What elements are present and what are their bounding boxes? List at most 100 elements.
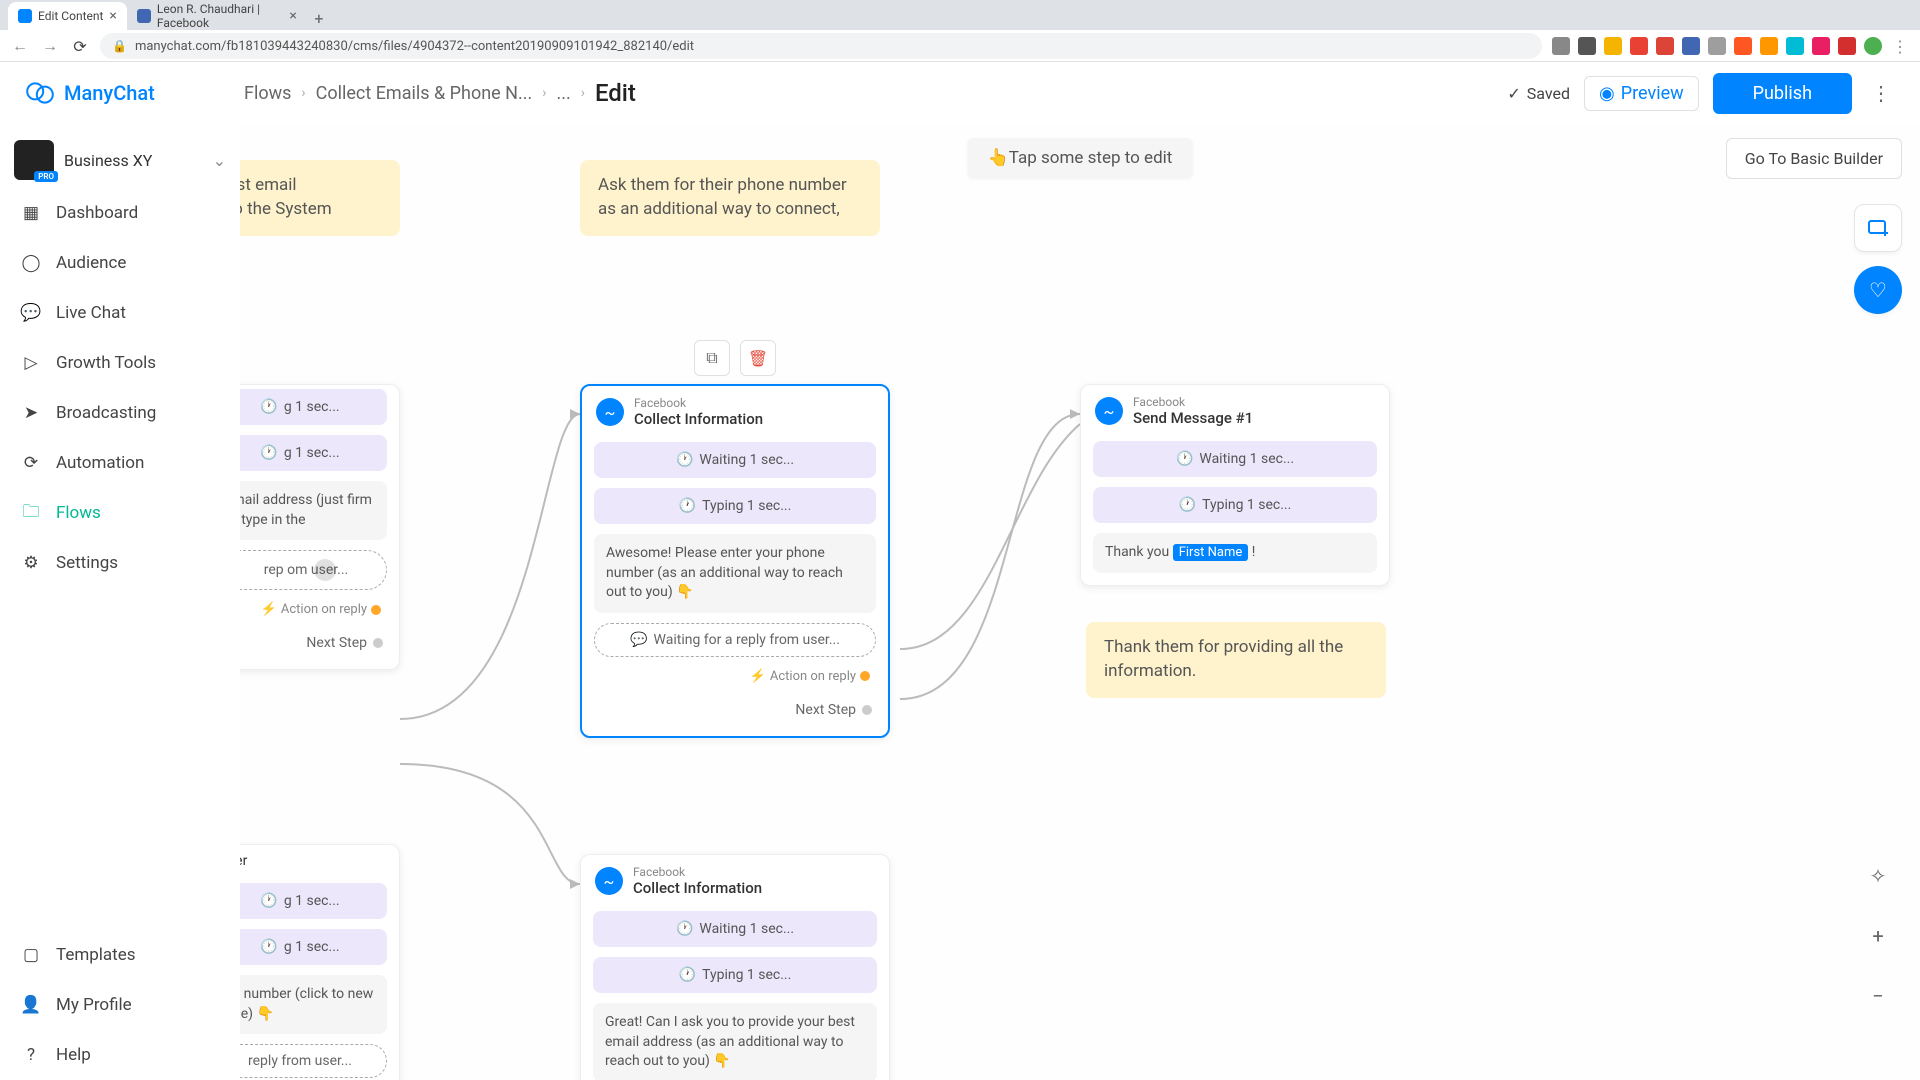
reply-pill[interactable]: rep om user... <box>240 550 387 590</box>
flow-node-collect-information[interactable]: ~ Facebook Collect Information 🕐Waiting … <box>580 854 890 1080</box>
sidebar-item-growth[interactable]: ▷ Growth Tools <box>0 338 240 388</box>
next-step-port[interactable]: Next Step <box>594 696 876 724</box>
port[interactable] <box>862 705 872 715</box>
flow-node-send-message[interactable]: ~ Facebook Send Message #1 🕐Waiting 1 se… <box>1080 384 1390 586</box>
waiting-pill[interactable]: 🕐Waiting 1 sec... <box>593 911 877 947</box>
sidebar-item-automation[interactable]: ⟳ Automation <box>0 438 240 488</box>
message-text[interactable]: Awesome! Please enter your phone number … <box>594 534 876 613</box>
ext-icon[interactable] <box>1734 37 1752 55</box>
reply-pill[interactable]: reply from user... <box>240 1044 387 1078</box>
ext-icon[interactable] <box>1630 37 1648 55</box>
sticky-note[interactable]: Thank them for providing all the informa… <box>1086 622 1386 698</box>
url-field[interactable]: 🔒 manychat.com/fb181039443240830/cms/fil… <box>100 33 1542 59</box>
ext-icon[interactable] <box>1552 37 1570 55</box>
sidebar-item-templates[interactable]: ▢ Templates <box>0 930 240 980</box>
app-header: ManyChat Flows › Collect Emails & Phone … <box>0 62 1920 124</box>
sidebar-item-dashboard[interactable]: ▦ Dashboard <box>0 188 240 238</box>
action-on-reply[interactable]: ⚡Action on reply <box>240 600 387 619</box>
logo[interactable]: ManyChat <box>24 77 244 109</box>
typing-pill[interactable]: 🕐Typing 1 sec... <box>1093 487 1377 523</box>
note-text: Thank them for providing all the informa… <box>1104 637 1343 681</box>
sidebar-item-settings[interactable]: ⚙ Settings <box>0 538 240 588</box>
sticky-note[interactable]: best email t to the System <box>240 160 400 236</box>
browser-tab[interactable]: Leon R. Chaudhari | Facebook × <box>127 2 307 30</box>
new-tab-button[interactable]: + <box>307 6 331 30</box>
action-on-reply[interactable]: ⚡Action on reply <box>594 667 876 686</box>
delete-button[interactable]: 🗑 <box>740 340 776 376</box>
node-header[interactable]: ~ Facebook Send Message #1 <box>1081 385 1389 437</box>
waiting-pill[interactable]: 🕐g 1 sec... <box>240 389 387 425</box>
sidebar-item-flows[interactable]: 🗀 Flows <box>0 488 240 538</box>
browser-menu[interactable]: ⋮ <box>1890 36 1910 56</box>
ext-icon[interactable] <box>1708 37 1726 55</box>
node-header[interactable]: ~ Facebook Collect Information <box>582 386 888 438</box>
flow-node-partial[interactable]: 🕐g 1 sec... 🕐g 1 sec... email address (j… <box>240 384 400 670</box>
message-text[interactable]: Great! Can I ask you to provide your bes… <box>593 1003 877 1080</box>
heart-button[interactable]: ♡ <box>1854 266 1902 314</box>
sidebar-item-broadcasting[interactable]: ➤ Broadcasting <box>0 388 240 438</box>
avatar-icon[interactable] <box>1864 37 1882 55</box>
breadcrumb: Flows › Collect Emails & Phone N... › ..… <box>244 79 636 107</box>
waiting-pill[interactable]: 🕐g 1 sec... <box>240 883 387 919</box>
port[interactable] <box>371 605 381 615</box>
flow-node-partial[interactable]: mber 🕐g 1 sec... 🕐g 1 sec... ne number (… <box>240 844 400 1080</box>
ext-icon[interactable] <box>1838 37 1856 55</box>
bot-selector[interactable]: PRO Business XY ⌄ <box>0 132 240 188</box>
ext-icon[interactable] <box>1786 37 1804 55</box>
more-menu-button[interactable]: ⋮ <box>1866 78 1896 108</box>
nav-label: My Profile <box>56 995 132 1015</box>
ext-icon[interactable] <box>1578 37 1596 55</box>
browser-tab-active[interactable]: Edit Content × <box>8 2 127 30</box>
chevron-right-icon: › <box>581 85 585 101</box>
typing-pill[interactable]: 🕐g 1 sec... <box>240 929 387 965</box>
crumb-flow-name[interactable]: Collect Emails & Phone N... <box>316 83 533 104</box>
typing-pill[interactable]: 🕐Typing 1 sec... <box>593 957 877 993</box>
header-actions: ✓ Saved ◉ Preview Publish ⋮ <box>1507 73 1896 114</box>
crumb-flows[interactable]: Flows <box>244 83 291 104</box>
extension-icons: ⋮ <box>1552 36 1910 56</box>
sidebar-item-profile[interactable]: 👤 My Profile <box>0 980 240 1030</box>
close-icon[interactable]: × <box>289 8 296 24</box>
reload-button[interactable]: ⟳ <box>70 36 90 56</box>
sidebar-item-help[interactable]: ? Help <box>0 1030 240 1080</box>
address-bar: ← → ⟳ 🔒 manychat.com/fb181039443240830/c… <box>0 30 1920 62</box>
zoom-in-button[interactable]: + <box>1854 912 1902 960</box>
ext-icon[interactable] <box>1656 37 1674 55</box>
forward-button[interactable]: → <box>40 36 60 56</box>
flow-canvas[interactable]: 👆Tap some step to edit Go To Basic Build… <box>240 124 1920 1080</box>
chevron-right-icon: › <box>301 85 305 101</box>
back-button[interactable]: ← <box>10 36 30 56</box>
ext-icon[interactable] <box>1682 37 1700 55</box>
close-icon[interactable]: × <box>109 8 116 24</box>
typing-pill[interactable]: 🕐g 1 sec... <box>240 435 387 471</box>
sidebar-item-livechat[interactable]: 💬 Live Chat <box>0 288 240 338</box>
reply-pill[interactable]: 💬 Waiting for a reply from user... <box>594 623 876 657</box>
basic-builder-button[interactable]: Go To Basic Builder <box>1726 138 1902 179</box>
variable-tag: First Name <box>1173 544 1249 561</box>
crumb-more[interactable]: ... <box>556 83 570 104</box>
flow-node-collect-information[interactable]: ⧉ 🗑 ~ Facebook Collect Information 🕐Wait… <box>580 384 890 738</box>
note-text: Ask them for their phone number as an ad… <box>598 175 847 219</box>
add-card-button[interactable] <box>1854 204 1902 252</box>
preview-button[interactable]: ◉ Preview <box>1584 76 1699 111</box>
magic-align-button[interactable]: ✧ <box>1854 852 1902 900</box>
typing-pill[interactable]: 🕐Typing 1 sec... <box>594 488 876 524</box>
clock-icon: 🕐 <box>260 939 277 955</box>
ext-icon[interactable] <box>1760 37 1778 55</box>
sticky-note[interactable]: Ask them for their phone number as an ad… <box>580 160 880 236</box>
port[interactable] <box>373 638 383 648</box>
ext-icon[interactable] <box>1812 37 1830 55</box>
message-text[interactable]: Thank you First Name ! <box>1093 533 1377 573</box>
node-header[interactable]: ~ Facebook Collect Information <box>581 855 889 907</box>
ext-icon[interactable] <box>1604 37 1622 55</box>
next-step-port[interactable]: Next Step <box>240 629 387 657</box>
sidebar-item-audience[interactable]: ◯ Audience <box>0 238 240 288</box>
duplicate-button[interactable]: ⧉ <box>694 340 730 376</box>
publish-button[interactable]: Publish <box>1713 73 1852 114</box>
waiting-pill[interactable]: 🕐Waiting 1 sec... <box>1093 441 1377 477</box>
waiting-pill[interactable]: 🕐Waiting 1 sec... <box>594 442 876 478</box>
message-text[interactable]: email address (just firm or type in the <box>240 481 387 540</box>
message-text[interactable]: ne number (click to new one) 👇 <box>240 975 387 1034</box>
port[interactable] <box>860 671 870 681</box>
zoom-out-button[interactable]: − <box>1854 972 1902 1020</box>
